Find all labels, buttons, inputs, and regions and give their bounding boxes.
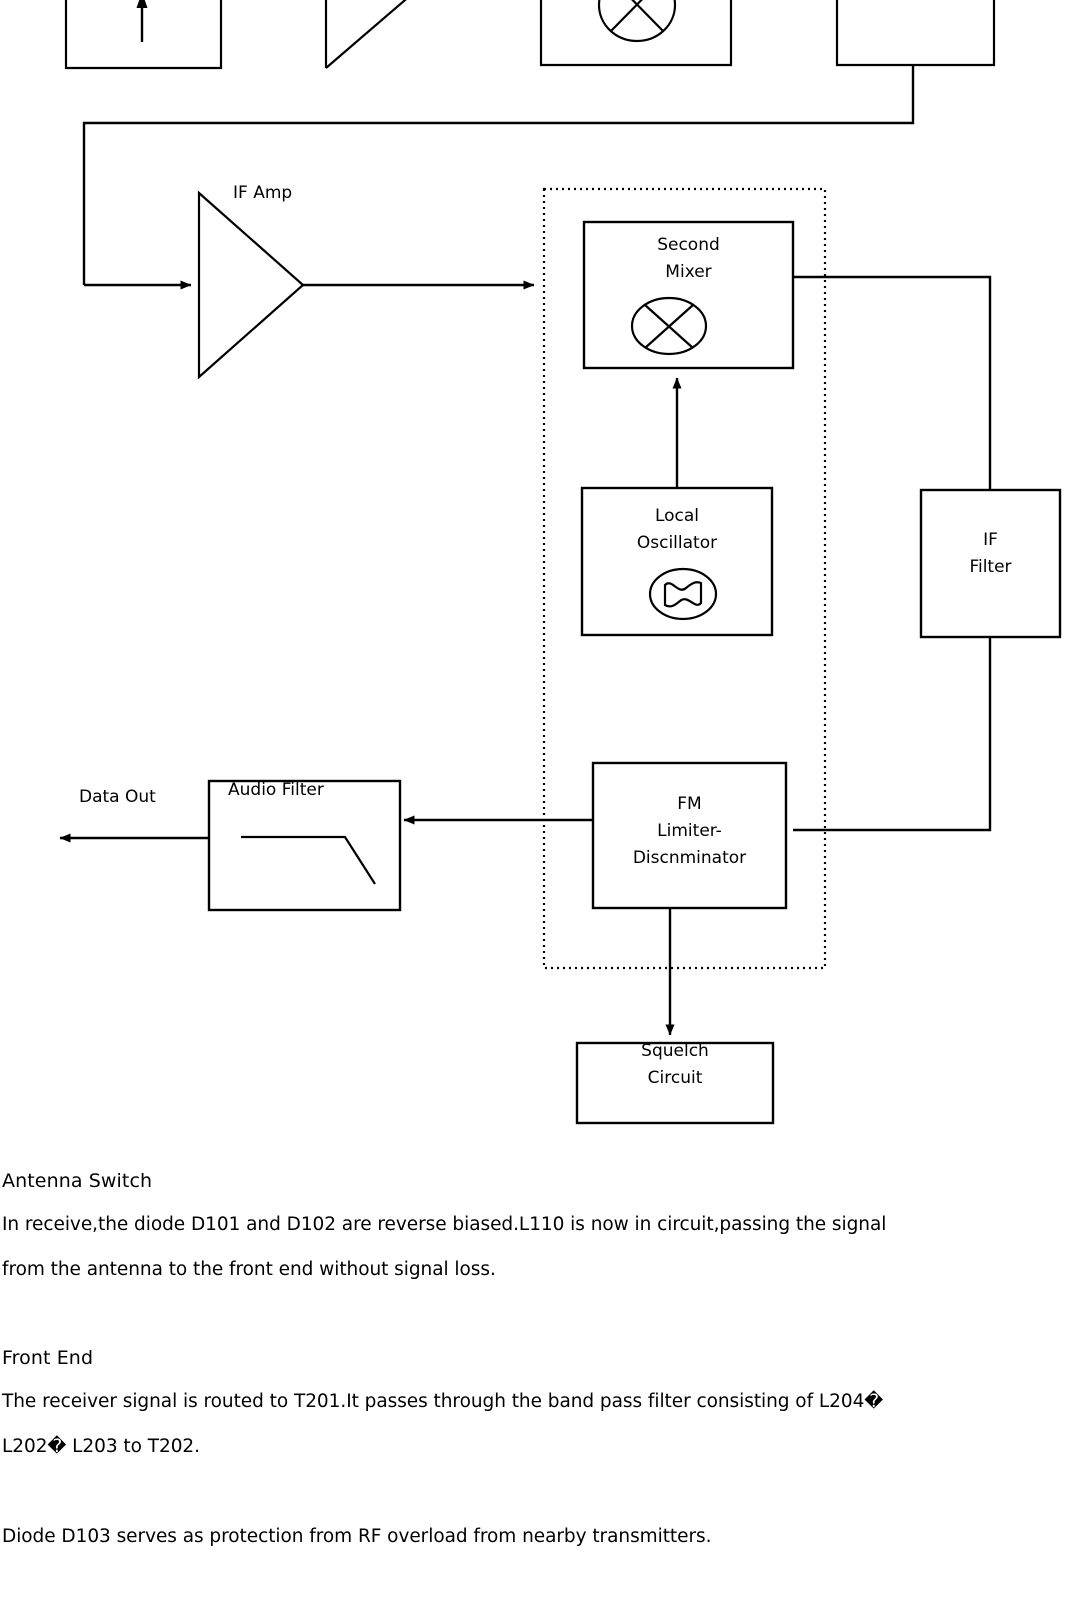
heading-front-end: Front End — [2, 1347, 94, 1369]
paragraph-front-end-line-1: The receiver signal is routed to T201.It… — [2, 1391, 884, 1412]
audio-filter-box — [207, 779, 402, 912]
data-out-label: Data Out — [79, 787, 156, 807]
receiver-block-diagram: IF Amp Second Mixer Local Oscillator IF … — [0, 0, 1076, 1160]
description-text: Antenna Switch In receive,the diode D101… — [0, 1160, 1076, 1559]
diagram-canvas — [59, 0, 1062, 1125]
paragraph-diode-protection: Diode D103 serves as protection from RF … — [2, 1526, 712, 1547]
connector-topblock-to-ifamp — [82, 65, 915, 290]
second-mixer-box — [582, 220, 795, 370]
second-if-section-dotted-boundary — [542, 187, 827, 970]
top-row-amplifier-block — [324, 0, 407, 69]
squelch-circuit-box — [575, 1041, 775, 1125]
fm-limiter-discriminator-box — [591, 761, 788, 910]
heading-antenna-switch: Antenna Switch — [2, 1170, 153, 1192]
paragraph-antenna-switch-line-2: from the antenna to the front end withou… — [2, 1259, 496, 1280]
top-row-first-mixer-block — [539, 0, 733, 67]
local-oscillator-box — [580, 486, 774, 637]
if-amp-label: IF Amp — [233, 183, 293, 203]
top-row-fourth-block — [835, 0, 996, 67]
paragraph-antenna-switch-line-1: In receive,the diode D101 and D102 are r… — [2, 1214, 887, 1235]
if-filter-box — [919, 488, 1062, 639]
audio-filter-label: Audio Filter — [228, 780, 324, 800]
if-amp-symbol — [197, 190, 305, 380]
paragraph-front-end-line-2: L202� L203 to T202. — [2, 1436, 200, 1457]
top-row-antenna-block — [64, 0, 223, 70]
if-filter-loop — [793, 275, 992, 832]
